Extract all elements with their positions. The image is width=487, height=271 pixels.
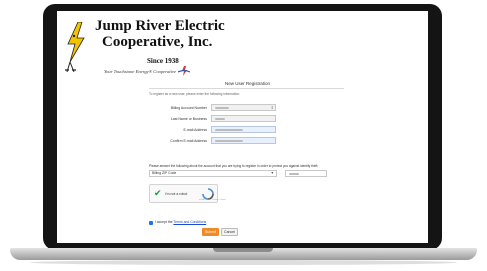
laptop-notch: [213, 248, 273, 252]
terms-checkbox[interactable]: [149, 221, 153, 225]
masked-value: [289, 173, 299, 175]
captcha-label: I'm not a robot: [165, 192, 188, 196]
lightning-mascot-icon: [65, 22, 85, 73]
laptop-shadow: [30, 260, 457, 265]
stepper-icon[interactable]: ⇕: [271, 105, 274, 111]
submit-button[interactable]: Submit: [202, 228, 219, 236]
touchstone-energy-icon: [178, 66, 190, 76]
last-name-label: Last Name or Business: [170, 117, 207, 121]
form-intro: To register as a new user, please enter …: [149, 92, 240, 96]
masked-value: [215, 129, 243, 131]
recaptcha-widget[interactable]: ✔ I'm not a robot reCAPTCHA · Privacy - …: [149, 184, 226, 203]
identity-select[interactable]: Billing ZIP Code ▼: [149, 170, 277, 177]
zip-input[interactable]: [285, 170, 327, 177]
company-tagline: Your Touchstone Energy® Cooperative: [104, 69, 177, 74]
masked-value: [215, 140, 243, 142]
chevron-down-icon: ▼: [270, 171, 274, 175]
captcha-subtext: reCAPTCHA · Privacy - Terms: [199, 199, 226, 201]
email-label: E-mail Address: [183, 128, 207, 132]
terms-text: I accept the Terms and Conditions: [155, 220, 206, 224]
confirm-email-label: Confirm E-mail Address: [170, 139, 207, 143]
last-name-input[interactable]: [211, 115, 276, 122]
terms-prefix: I accept the: [155, 220, 174, 224]
masked-value: [215, 107, 229, 109]
identity-select-value: Billing ZIP Code: [152, 171, 177, 175]
company-name-line2: Cooperative, Inc.: [102, 34, 213, 50]
checkmark-icon[interactable]: ✔: [154, 189, 162, 198]
divider: [149, 88, 344, 89]
confirm-email-input[interactable]: [211, 137, 276, 144]
company-since: Since 1938: [147, 57, 179, 65]
laptop-screen: Jump River Electric Cooperative, Inc. Si…: [57, 11, 428, 243]
form-title: New User Registration: [225, 81, 271, 86]
cancel-button[interactable]: Cancel: [221, 228, 238, 236]
billing-account-label: Billing Account Number: [170, 106, 207, 110]
email-input[interactable]: [211, 126, 276, 133]
billing-account-input[interactable]: ⇕: [211, 104, 276, 111]
identity-question: Please answer the following about the ac…: [149, 164, 319, 168]
terms-link[interactable]: Terms and Conditions: [173, 220, 206, 224]
masked-value: [215, 118, 225, 120]
company-name-line1: Jump River Electric: [95, 18, 225, 34]
